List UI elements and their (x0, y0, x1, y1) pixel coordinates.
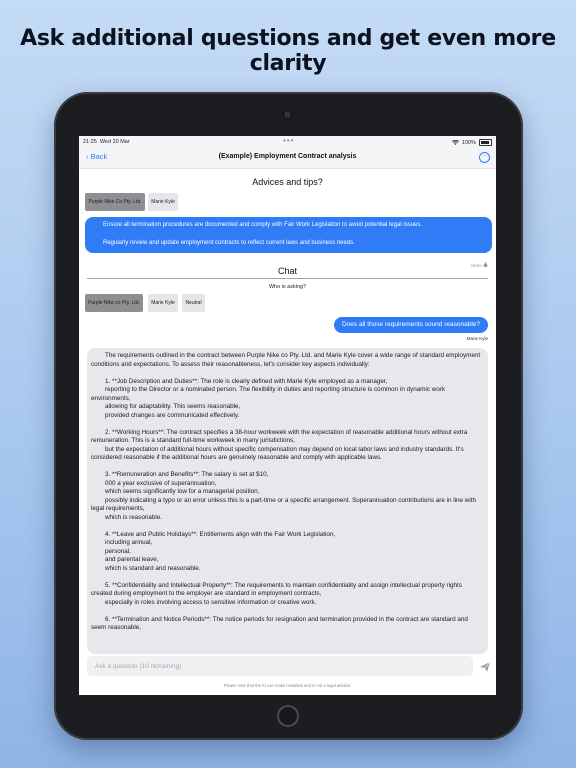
wifi-icon (451, 140, 459, 145)
navigation-bar: ‹ Back (Example) Employment Contract ana… (79, 148, 496, 169)
advices-chip-employee[interactable]: Marie Kyle (148, 193, 178, 211)
assistant-reply-text: The requirements outlined in the contrac… (91, 352, 481, 631)
chat-heading: Chat (277, 266, 297, 276)
battery-percent: 100% (461, 139, 476, 146)
user-message-bubble: Does all those requirements sound reason… (333, 317, 488, 333)
status-date: Wed 20 Mar (99, 139, 130, 145)
status-bar: 21:25 Wed 20 Mar ••• 100% (79, 136, 496, 148)
chat-chip-employee[interactable]: Marie Kyle (148, 294, 178, 312)
advices-chip-company[interactable]: Purple Nike Co Pty. Ltd. (85, 193, 145, 211)
advice-line: Regularly review and update employment c… (103, 240, 355, 246)
promo-headline: Ask additional questions and get even mo… (20, 26, 556, 76)
tablet-device: 21:25 Wed 20 Mar ••• 100% ‹ Back (Exampl… (54, 92, 523, 740)
assistant-reply-bubble: The requirements outlined in the contrac… (87, 348, 488, 654)
app-screen: 21:25 Wed 20 Mar ••• 100% ‹ Back (Exampl… (79, 136, 496, 695)
user-message-author: Marie Kyle (466, 336, 488, 341)
chat-divider (87, 278, 488, 279)
advice-line: Ensure all termination procedures are do… (103, 222, 423, 228)
chat-chip-neutral[interactable]: Neutral (182, 294, 205, 312)
advices-heading: Advices and tips? (252, 177, 323, 187)
camera (284, 111, 291, 118)
nav-title: (Example) Employment Contract analysis (218, 153, 357, 160)
chat-chip-company[interactable]: Purple Nike co Pty. Ltd. (85, 294, 143, 312)
battery-icon (479, 139, 492, 146)
who-asking-label: Who is asking? (268, 284, 307, 290)
question-field-container (87, 656, 473, 676)
ellipsis-circle-icon[interactable]: ··· (479, 152, 490, 163)
status-time: 21:25 (83, 139, 97, 145)
home-button[interactable] (277, 705, 299, 727)
advices-bubble: Ensure all termination procedures are do… (85, 217, 492, 253)
multitasking-dots-icon[interactable]: ••• (283, 136, 294, 145)
paper-plane-icon[interactable] (479, 661, 491, 673)
ai-disclaimer: Please note that the AI can make mistake… (223, 683, 352, 688)
question-input[interactable] (91, 658, 469, 674)
